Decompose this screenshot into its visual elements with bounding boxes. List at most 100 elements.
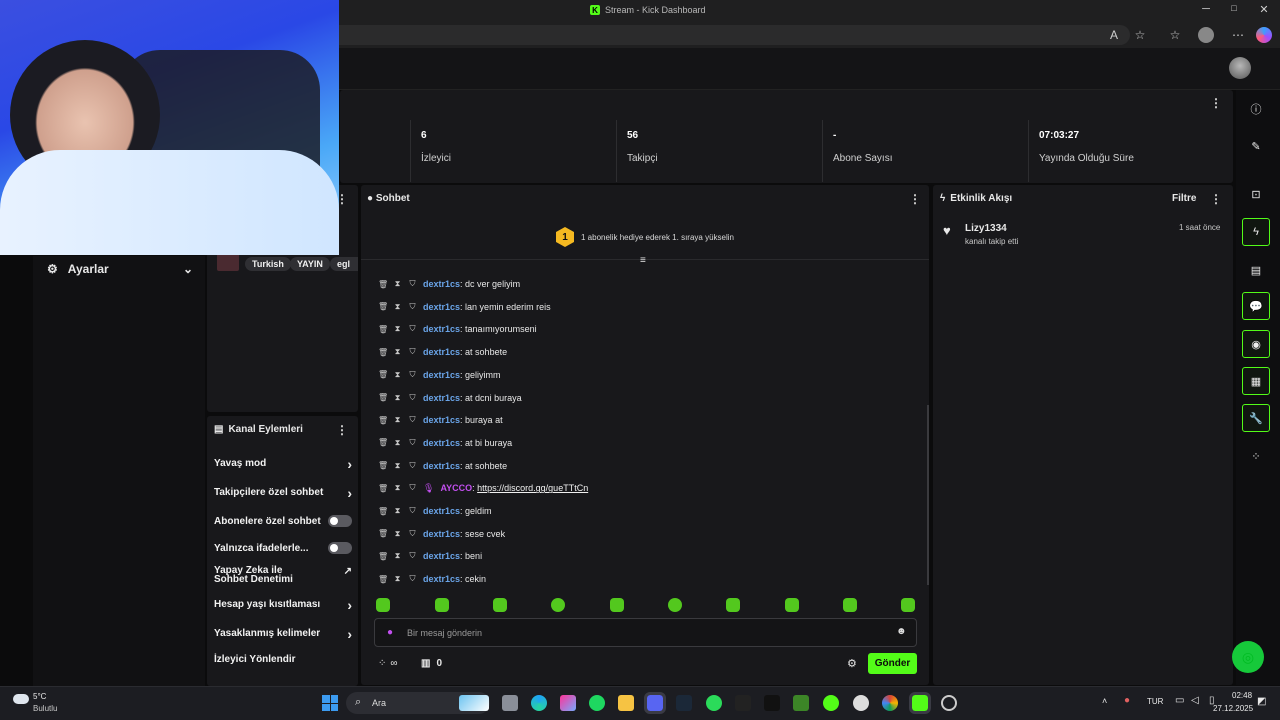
epic-games-icon[interactable] <box>735 695 751 711</box>
activity-bolt-icon[interactable]: ϟ <box>1242 218 1270 246</box>
timeout-icon[interactable]: ⧗ <box>393 574 402 584</box>
broadcast-icon[interactable]: ◉ <box>1242 330 1270 358</box>
action-banned-words[interactable]: Yasaklanmış kelimeler › <box>214 627 352 641</box>
app-icon[interactable] <box>853 695 869 711</box>
info-icon[interactable]: ⓘ <box>1242 95 1270 123</box>
chat-username[interactable]: AYCCO <box>440 483 472 493</box>
ban-shield-icon[interactable]: ⛉ <box>408 279 417 289</box>
chat-username[interactable]: dextr1cs <box>423 438 460 448</box>
chat-username[interactable]: dextr1cs <box>423 302 460 312</box>
ban-shield-icon[interactable]: ⛉ <box>408 415 417 425</box>
delete-message-icon[interactable]: 🗑 <box>378 348 388 357</box>
chat-username[interactable]: dextr1cs <box>423 415 460 425</box>
emote-icon[interactable] <box>376 598 390 612</box>
read-aloud-icon[interactable]: A <box>1106 27 1122 43</box>
clock-time[interactable]: 02:48 <box>1232 691 1252 700</box>
screen-capture-icon[interactable]: ⊡ <box>1242 180 1270 208</box>
copilot-taskbar-icon[interactable] <box>459 695 489 711</box>
copilot-icon[interactable] <box>1256 27 1272 43</box>
discord-icon[interactable] <box>644 692 666 714</box>
kick-points-icon[interactable]: ⁘ <box>1242 442 1270 470</box>
kick-points-button[interactable]: ⁘ ∞ <box>378 658 398 669</box>
collections-icon[interactable]: ☆ <box>1167 27 1183 43</box>
chat-username[interactable]: dextr1cs <box>423 324 460 334</box>
timeout-icon[interactable]: ⧗ <box>393 551 402 561</box>
timeout-icon[interactable]: ⧗ <box>393 529 402 539</box>
chat-more-icon[interactable]: ⋮ <box>909 192 921 206</box>
sidebar-item-settings[interactable]: ⚙ Ayarlar ⌄ <box>47 262 193 276</box>
clock-date[interactable]: 27.12.2025 <box>1213 704 1253 713</box>
chat-username[interactable]: dextr1cs <box>423 529 460 539</box>
chat-link[interactable]: https://discord.gg/gueTTtCn <box>477 483 588 493</box>
chat-username[interactable]: dextr1cs <box>423 279 460 289</box>
chat-username[interactable]: dextr1cs <box>423 347 460 357</box>
delete-message-icon[interactable]: 🗑 <box>378 552 388 561</box>
chat-username[interactable]: dextr1cs <box>423 574 460 584</box>
ban-shield-icon[interactable]: ⛉ <box>408 551 417 561</box>
chat-username[interactable]: dextr1cs <box>423 551 460 561</box>
chat-input[interactable]: ● Bir mesaj gönderin ☻ <box>374 618 917 647</box>
chat-username[interactable]: dextr1cs <box>423 506 460 516</box>
keyboard-language[interactable]: TUR <box>1147 697 1163 706</box>
timeout-icon[interactable]: ⧗ <box>393 438 402 448</box>
activity-more-icon[interactable]: ⋮ <box>1210 192 1222 206</box>
volume-icon[interactable]: ◁ <box>1191 695 1199 706</box>
more-menu-icon[interactable]: ⋯ <box>1230 27 1246 43</box>
emote-icon[interactable] <box>843 598 857 612</box>
timeout-icon[interactable]: ⧗ <box>393 279 402 289</box>
ban-shield-icon[interactable]: ⛉ <box>408 393 417 403</box>
ban-shield-icon[interactable]: ⛉ <box>408 438 417 448</box>
ban-shield-icon[interactable]: ⛉ <box>408 347 417 357</box>
emote-icon[interactable] <box>435 598 449 612</box>
timeout-icon[interactable]: ⧗ <box>393 347 402 357</box>
weather-desc[interactable]: Bulutlu <box>33 704 57 713</box>
delete-message-icon[interactable]: 🗑 <box>378 325 388 334</box>
subscribers-only-toggle[interactable] <box>328 515 352 527</box>
maximize-button[interactable]: □ <box>1219 3 1249 13</box>
microphone-tray-icon[interactable]: ● <box>1124 695 1130 706</box>
emote-icon[interactable] <box>785 598 799 612</box>
ban-shield-icon[interactable]: ⛉ <box>408 461 417 471</box>
address-bar[interactable] <box>300 25 1130 45</box>
file-explorer-icon[interactable] <box>618 695 634 711</box>
chrome-icon[interactable] <box>882 695 898 711</box>
send-button[interactable]: Gönder <box>868 653 917 674</box>
timeout-icon[interactable]: ⧗ <box>393 483 402 493</box>
action-followers-only[interactable]: Takipçilere özel sohbet › <box>214 486 352 500</box>
ban-shield-icon[interactable]: ⛉ <box>408 302 417 312</box>
delete-message-icon[interactable]: 🗑 <box>378 461 388 470</box>
ban-shield-icon[interactable]: ⛉ <box>408 506 417 516</box>
notifications-icon[interactable]: ◩ <box>1257 696 1266 707</box>
emote-icon[interactable] <box>901 598 915 612</box>
ban-shield-icon[interactable]: ⛉ <box>408 574 417 584</box>
filter-button[interactable]: Filtre <box>1172 193 1196 204</box>
timeout-icon[interactable]: ⧗ <box>393 461 402 471</box>
user-avatar[interactable] <box>1229 57 1251 79</box>
delete-message-icon[interactable]: 🗑 <box>378 438 388 447</box>
steam-icon[interactable] <box>676 695 692 711</box>
emote-icon[interactable] <box>726 598 740 612</box>
app-icon[interactable] <box>706 695 722 711</box>
channel-actions-icon[interactable]: ▦ <box>1242 367 1270 395</box>
store-button[interactable]: ▥ 0 <box>421 658 442 669</box>
windows-start-icon[interactable] <box>322 695 338 711</box>
emote-icon[interactable] <box>668 598 682 612</box>
timeout-icon[interactable]: ⧗ <box>393 302 402 312</box>
tag-chip[interactable]: YAYIN <box>290 257 330 271</box>
ban-shield-icon[interactable]: ⛉ <box>408 324 417 334</box>
timeout-icon[interactable]: ⧗ <box>393 393 402 403</box>
favorite-star-icon[interactable]: ☆ <box>1132 27 1148 43</box>
action-redirect-viewers[interactable]: İzleyici Yönlendir <box>214 654 352 665</box>
ban-shield-icon[interactable]: ⛉ <box>408 529 417 539</box>
action-account-age[interactable]: Hesap yaşı kısıtlaması › <box>214 598 352 612</box>
edge-icon[interactable] <box>531 695 547 711</box>
close-window-button[interactable]: ✕ <box>1249 3 1279 16</box>
weather-temp[interactable]: 5°C <box>33 692 46 701</box>
delete-message-icon[interactable]: 🗑 <box>378 416 388 425</box>
emote-only-toggle[interactable] <box>328 542 352 554</box>
notes-icon[interactable]: ▤ <box>1242 256 1270 284</box>
timeout-icon[interactable]: ⧗ <box>393 506 402 516</box>
channel-actions-more-icon[interactable]: ⋮ <box>336 423 348 437</box>
wrench-icon[interactable]: 🔧 <box>1242 404 1270 432</box>
spotify-icon[interactable] <box>589 695 605 711</box>
